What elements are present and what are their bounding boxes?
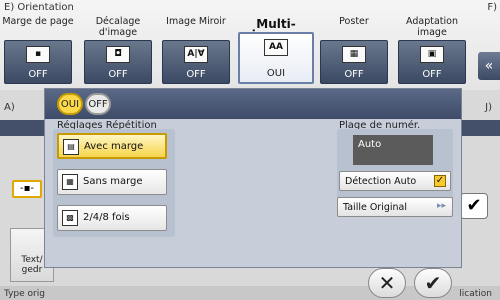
option-label: Avec marge [84, 141, 144, 152]
toggle-oui[interactable]: OUI [57, 93, 83, 115]
tile-label: Poster [339, 16, 369, 27]
dash-icon: -▪- [20, 183, 34, 194]
tile-image-adapt[interactable]: Adaptation image ▣ OFF [396, 16, 468, 84]
tile-button[interactable]: AA OUI [238, 32, 314, 84]
double-chevron-left-icon: « [484, 58, 494, 74]
numbering-value-display: Auto [353, 135, 433, 165]
tile-state: OFF [422, 69, 442, 80]
original-size-label: Taille Original [343, 202, 408, 213]
auto-detect-checkbox[interactable]: ✓ [434, 175, 446, 187]
multi-image-settings-dialog: OUI OFF Réglages Répétition ▤ Avec marge… [44, 88, 462, 268]
tile-label: Marge de page [2, 16, 74, 27]
repeat-count-button[interactable]: ▩ 2/4/8 fois [57, 205, 167, 231]
poster-icon: ▦ [342, 46, 366, 63]
background-confirm-button[interactable]: ✔ [460, 193, 488, 219]
original-size-button[interactable]: Taille Original ▸▸ [337, 197, 453, 217]
auto-detect-label: Détection Auto [345, 176, 417, 187]
multi-image-icon: AA [264, 39, 288, 56]
tile-label: Décalage d'image [95, 16, 141, 38]
tile-button[interactable]: ▪ OFF [4, 40, 72, 84]
function-tile-bar: E) Orientation F) Marge de page ▪ OFF Dé… [0, 0, 500, 90]
cancel-button[interactable]: ✕ [368, 268, 406, 298]
no-margin-icon: ▦ [62, 174, 78, 190]
tile-button[interactable]: ▦ OFF [320, 40, 388, 84]
tile-state: OUI [266, 68, 286, 79]
bottom-left-label: Type orig [4, 289, 45, 299]
repeat-options-group: ▤ Avec marge ▦ Sans marge ▩ 2/4/8 fois [53, 129, 175, 237]
tile-image-shift[interactable]: Décalage d'image ◘ OFF [82, 16, 154, 84]
double-chevron-right-icon: ▸▸ [436, 201, 446, 211]
with-margin-icon: ▤ [63, 139, 79, 155]
ok-button[interactable]: ✔ [414, 268, 452, 298]
tile-label: Image Miroir [166, 16, 226, 27]
tile-button[interactable]: ▣ OFF [398, 40, 466, 84]
tile-button[interactable]: ◘ OFF [84, 40, 152, 84]
dialog-header: OUI OFF [45, 89, 461, 119]
repeat-count-icon: ▩ [62, 210, 78, 226]
background-row-label: J) [485, 102, 492, 113]
close-icon: ✕ [378, 271, 396, 295]
section-title: E) Orientation [4, 2, 74, 13]
tile-state: OFF [186, 69, 206, 80]
bottom-right-label: lication [459, 289, 492, 299]
section-right-label: F) [487, 2, 497, 13]
option-label: 2/4/8 fois [83, 212, 130, 223]
tile-state: OFF [28, 69, 48, 80]
toggle-off[interactable]: OFF [85, 93, 111, 115]
tile-label: Adaptation image [406, 16, 458, 38]
tile-mirror-image[interactable]: Image Miroir A|∀ OFF [160, 16, 232, 84]
background-row-label: A) [4, 102, 15, 113]
background-slider [460, 120, 500, 136]
checkmark-icon: ✔ [466, 195, 482, 216]
tile-page-margin[interactable]: Marge de page ▪ OFF [2, 16, 74, 84]
tile-state: OFF [344, 69, 364, 80]
option-label: Sans marge [83, 176, 143, 187]
with-margin-button[interactable]: ▤ Avec marge [57, 133, 167, 159]
image-shift-icon: ◘ [106, 46, 130, 63]
mirror-icon: A|∀ [184, 46, 208, 63]
image-adapt-icon: ▣ [420, 46, 444, 63]
tile-state: OFF [108, 69, 128, 80]
scroll-right-button[interactable]: « [478, 52, 500, 80]
background-slider [0, 120, 44, 136]
no-margin-button[interactable]: ▦ Sans marge [57, 169, 167, 195]
tile-poster[interactable]: Poster ▦ OFF [318, 16, 390, 84]
tile-button[interactable]: A|∀ OFF [162, 40, 230, 84]
margin-icon: ▪ [26, 46, 50, 63]
tile-multi-image[interactable]: Multi-images AA OUI [236, 16, 316, 84]
checkmark-icon: ✔ [424, 271, 442, 295]
background-button[interactable]: -▪- [12, 180, 42, 198]
auto-detect-button[interactable]: Détection Auto ✓ [339, 171, 451, 191]
